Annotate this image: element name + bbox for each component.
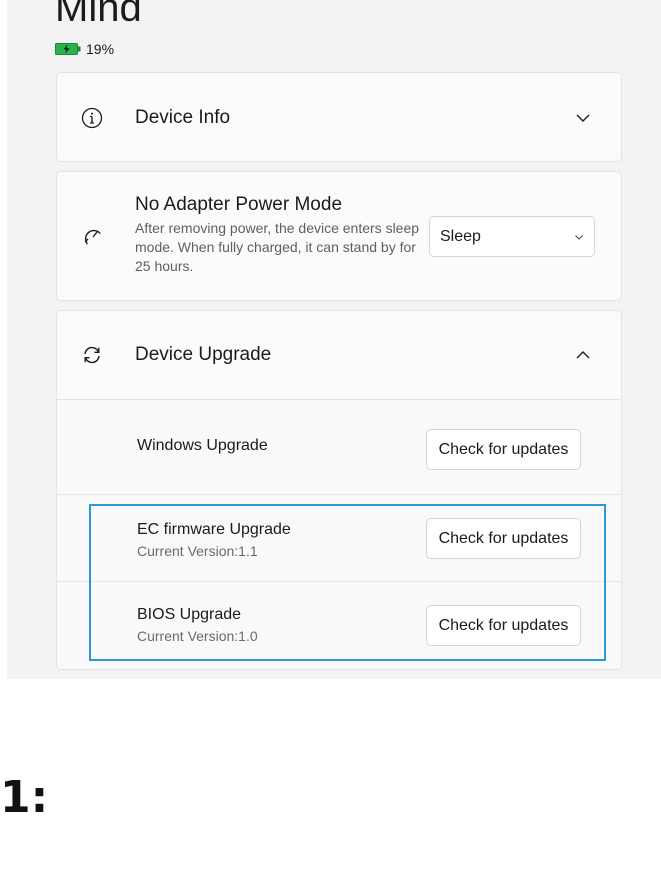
sync-icon [84,346,100,364]
power-mode-description: After removing power, the device enters … [135,220,420,274]
power-mode-selected-value: Sleep [440,227,481,245]
device-upgrade-header[interactable]: Device Upgrade [57,311,621,399]
step-label: 1: [0,772,49,823]
upgrade-title: Windows Upgrade [137,437,268,454]
info-icon [81,107,103,129]
upgrade-row-windows: Windows Upgrade Check for updates [57,400,621,494]
app-title: Mind [55,0,142,30]
upgrade-title: BIOS Upgrade [137,606,242,623]
speedometer-icon [84,229,101,245]
bios-check-updates-button[interactable]: Check for updates [426,605,581,646]
chevron-down-icon[interactable] [575,110,591,126]
device-info-card[interactable]: Device Info [56,72,622,162]
chevron-up-icon[interactable] [575,347,591,363]
battery-charging-icon [55,43,81,55]
device-upgrade-card: Device Upgrade Windows Upgrade Check for… [56,310,622,670]
chevron-down-icon [575,234,583,240]
device-info-label: Device Info [135,107,231,128]
upgrade-row-bios: BIOS Upgrade Current Version:1.0 Check f… [57,581,621,669]
upgrade-version: Current Version:1.1 [137,543,258,559]
power-mode-card: No Adapter Power Mode After removing pow… [56,171,622,301]
ec-firmware-check-updates-button[interactable]: Check for updates [426,518,581,559]
battery-status: 19% [55,40,114,58]
device-upgrade-list: Windows Upgrade Check for updates EC fir… [57,399,621,669]
settings-window: Mind 19% Device Info No Adapter Power Mo [7,0,661,679]
power-mode-title: No Adapter Power Mode [135,194,343,215]
upgrade-title: EC firmware Upgrade [137,521,291,538]
upgrade-row-ec-firmware: EC firmware Upgrade Current Version:1.1 … [57,494,621,581]
power-mode-select[interactable]: Sleep [429,216,595,257]
windows-check-updates-button[interactable]: Check for updates [426,429,581,470]
upgrade-version: Current Version:1.0 [137,628,258,644]
device-upgrade-label: Device Upgrade [135,344,272,365]
battery-percent: 19% [86,41,115,57]
